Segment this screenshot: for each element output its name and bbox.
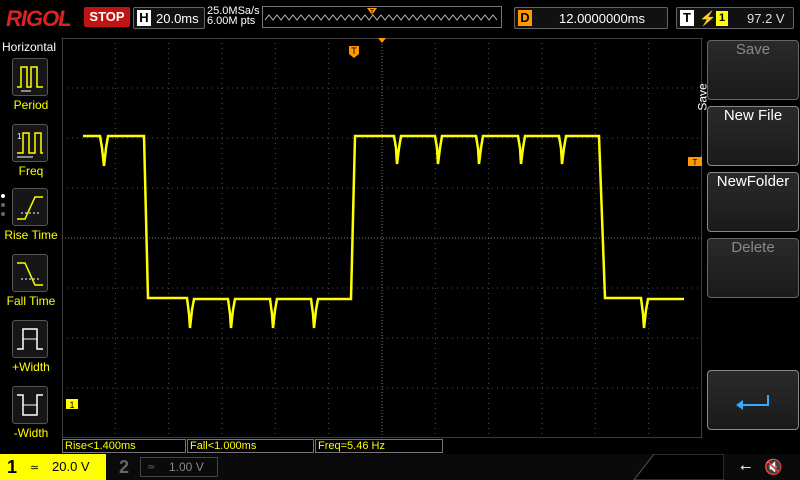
new-file-button[interactable]: New File	[707, 106, 799, 166]
save-button[interactable]: Save	[707, 40, 799, 100]
svg-text:T: T	[370, 9, 375, 16]
positive-width-icon	[12, 320, 48, 358]
negative-width-icon	[12, 386, 48, 424]
measure-negative-width-button[interactable]: -Width	[0, 386, 62, 448]
period-icon	[12, 58, 48, 96]
channel1-label[interactable]: 1	[0, 454, 24, 480]
measure-label: Freq	[18, 164, 44, 178]
timebase-display[interactable]: H 20.0ms	[133, 7, 205, 29]
measure-rise-time-button[interactable]: Rise Time	[0, 188, 62, 250]
delete-button[interactable]: Delete	[707, 238, 799, 298]
trigger-source: 1	[716, 11, 728, 26]
trigger-level-marker[interactable]: T	[688, 156, 702, 167]
measure-label: Rise Time	[4, 228, 58, 242]
top-status-bar: RIGOL STOP H 20.0ms 25.0MSa/s 6.00M pts …	[0, 0, 800, 36]
channel2-label[interactable]: 2	[112, 454, 136, 480]
memory-depth: 6.00M pts	[207, 15, 256, 27]
overview-waveform-icon: T	[264, 8, 498, 21]
back-button[interactable]	[707, 370, 799, 430]
measure-label: Fall Time	[6, 294, 56, 308]
svg-text:1: 1	[17, 132, 22, 141]
brand-logo: RIGOL	[6, 6, 72, 31]
channel-bar: 1 20.0 V ≃ 2 1.00 V ≃ ⭠ 🔇	[0, 454, 800, 480]
save-menu: Save Save New File NewFolder Delete	[696, 38, 800, 454]
svg-text:1: 1	[69, 400, 74, 410]
timebase-value: 20.0ms	[156, 11, 199, 26]
measure-menu: Horizontal Period 1 Freq Rise Time Fall …	[0, 36, 62, 454]
measure-label: -Width	[13, 426, 49, 440]
svg-text:T: T	[693, 158, 698, 167]
fall-time-icon	[12, 254, 48, 292]
measure-positive-width-button[interactable]: +Width	[0, 320, 62, 382]
measurement-fall-time[interactable]: Fall<1.000ms	[187, 439, 314, 453]
run-stop-status[interactable]: STOP	[84, 7, 130, 27]
usb-icon: ⭠	[740, 459, 752, 475]
measure-category-title: Horizontal	[2, 40, 57, 54]
channel2-coupling-icon: ≃	[147, 462, 156, 473]
acquisition-info: 25.0MSa/s 6.00M pts	[207, 6, 260, 27]
rise-time-icon	[12, 188, 48, 226]
frequency-icon: 1	[12, 124, 48, 162]
measurement-frequency[interactable]: Freq=5.46 Hz	[315, 439, 443, 453]
delay-value: 12.0000000ms	[559, 11, 646, 26]
measurement-rise-time[interactable]: Rise<1.400ms	[62, 439, 186, 453]
svg-text:T: T	[351, 46, 357, 56]
trigger-label: T	[680, 10, 694, 26]
measure-period-button[interactable]: Period	[0, 58, 62, 120]
channel1-ground-marker[interactable]: 1	[66, 399, 78, 410]
new-folder-button[interactable]: NewFolder	[707, 172, 799, 232]
bar-divider	[633, 454, 724, 480]
memory-overview-bar[interactable]: T	[262, 6, 502, 28]
measure-frequency-button[interactable]: 1 Freq	[0, 124, 62, 186]
trigger-display[interactable]: T ⚡ 1 97.2 V	[676, 7, 794, 29]
trigger-slope-icon: ⚡	[699, 10, 717, 26]
mute-icon[interactable]: 🔇	[764, 458, 783, 476]
trigger-level: 97.2 V	[747, 11, 785, 26]
delay-display[interactable]: D 12.0000000ms	[514, 7, 668, 29]
timebase-label: H	[137, 10, 151, 26]
channel1-coupling-icon: ≃	[30, 462, 40, 474]
measure-fall-time-button[interactable]: Fall Time	[0, 254, 62, 316]
delay-label: D	[518, 10, 532, 26]
measure-label: +Width	[12, 360, 50, 374]
waveform-display[interactable]: T T 1	[62, 38, 702, 438]
return-arrow-icon	[736, 395, 769, 410]
measure-label: Period	[13, 98, 49, 112]
